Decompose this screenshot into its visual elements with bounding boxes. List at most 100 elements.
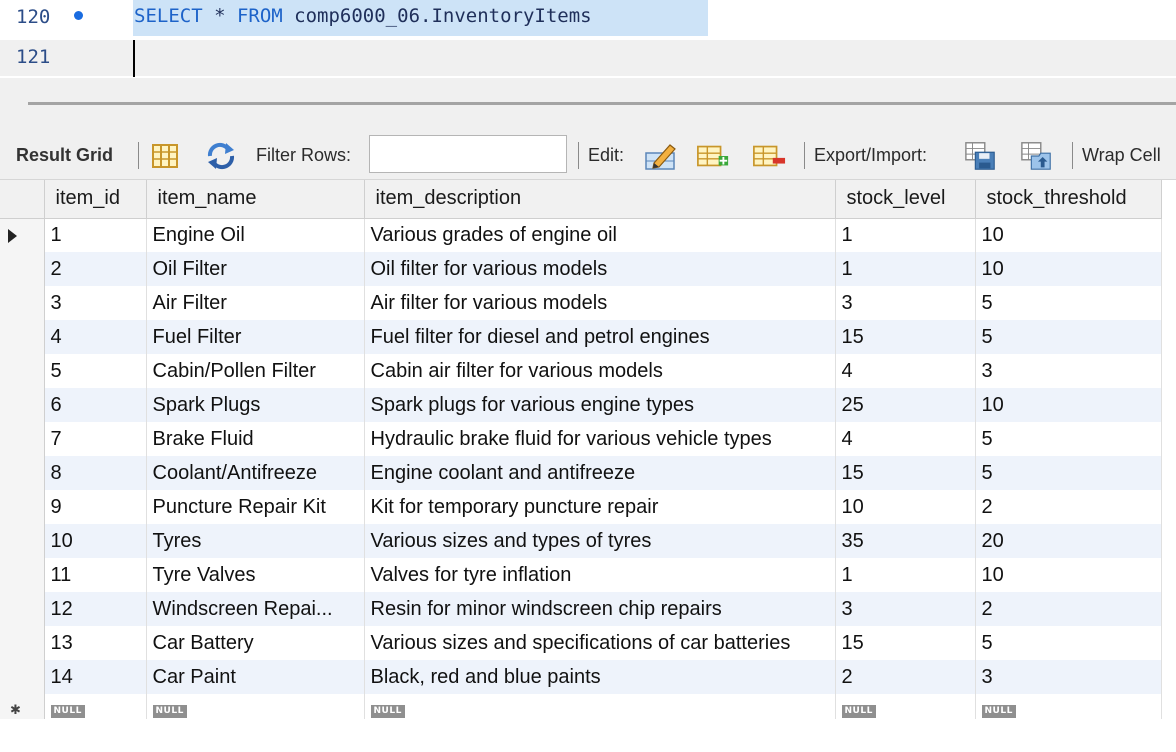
column-header-item-id[interactable]: item_id [44,180,147,219]
cell-item-id[interactable]: 12 [44,592,147,626]
cell-stock-threshold[interactable]: 10 [975,388,1162,422]
sql-statement[interactable]: SELECT * FROM comp6000_06.InventoryItems [134,5,592,27]
cell-item-id[interactable]: 6 [44,388,147,422]
cell-item-name[interactable]: Windscreen Repai... [146,592,365,626]
cell-stock-level[interactable]: 1 [835,252,976,286]
row-header[interactable] [0,252,45,286]
cell-item-id[interactable]: 7 [44,422,147,456]
row-header[interactable] [0,422,45,456]
cell-stock-level[interactable]: 3 [835,592,976,626]
cell-stock-level[interactable]: NULL [835,694,976,719]
table-row[interactable]: 10 Tyres Various sizes and types of tyre… [0,524,1162,558]
cell-item-id[interactable]: 3 [44,286,147,320]
cell-item-id[interactable]: 11 [44,558,147,592]
cell-item-name[interactable]: Puncture Repair Kit [146,490,365,524]
cell-item-name[interactable]: Brake Fluid [146,422,365,456]
table-row[interactable]: 14 Car Paint Black, red and blue paints … [0,660,1162,694]
table-row[interactable]: 13 Car Battery Various sizes and specifi… [0,626,1162,660]
cell-item-description[interactable]: Black, red and blue paints [364,660,836,694]
cell-item-name[interactable]: Air Filter [146,286,365,320]
cell-item-name[interactable]: Car Paint [146,660,365,694]
table-row[interactable]: 6 Spark Plugs Spark plugs for various en… [0,388,1162,422]
cell-stock-level[interactable]: 3 [835,286,976,320]
cell-item-id[interactable]: 2 [44,252,147,286]
table-row[interactable]: 5 Cabin/Pollen Filter Cabin air filter f… [0,354,1162,388]
cell-item-name[interactable]: Coolant/Antifreeze [146,456,365,490]
cell-stock-threshold[interactable]: 10 [975,558,1162,592]
cell-stock-threshold[interactable]: 5 [975,626,1162,660]
cell-stock-threshold[interactable]: 5 [975,320,1162,354]
cell-item-description[interactable]: Spark plugs for various engine types [364,388,836,422]
cell-item-id[interactable]: 10 [44,524,147,558]
column-header-item-name[interactable]: item_name [146,180,365,219]
result-grid-tab[interactable]: Result Grid [16,130,113,179]
cell-item-id[interactable]: NULL [44,694,147,719]
cell-stock-threshold[interactable]: 2 [975,592,1162,626]
row-header[interactable] [0,524,45,558]
row-header[interactable] [0,490,45,524]
cell-item-name[interactable]: Engine Oil [146,218,365,252]
table-row[interactable]: 12 Windscreen Repai... Resin for minor w… [0,592,1162,626]
editor-line[interactable]: 121 [0,40,1176,76]
table-row[interactable]: 4 Fuel Filter Fuel filter for diesel and… [0,320,1162,354]
cell-stock-level[interactable]: 25 [835,388,976,422]
pencil-icon[interactable] [644,140,678,172]
grid-columns-icon[interactable] [148,140,182,172]
cell-item-id[interactable]: 8 [44,456,147,490]
cell-item-name[interactable]: Fuel Filter [146,320,365,354]
cell-stock-level[interactable]: 1 [835,558,976,592]
cell-stock-level[interactable]: 4 [835,422,976,456]
cell-stock-threshold[interactable]: 20 [975,524,1162,558]
cell-item-description[interactable]: Engine coolant and antifreeze [364,456,836,490]
cell-stock-level[interactable]: 15 [835,456,976,490]
cell-item-description[interactable]: Fuel filter for diesel and petrol engine… [364,320,836,354]
cell-item-description[interactable]: Various grades of engine oil [364,218,836,252]
table-row[interactable]: 1 Engine Oil Various grades of engine oi… [0,218,1162,252]
cell-item-description[interactable]: Air filter for various models [364,286,836,320]
cell-item-description[interactable]: Various sizes and types of tyres [364,524,836,558]
wrap-cell-toggle[interactable]: Wrap Cell [1082,130,1161,179]
cell-item-name[interactable]: NULL [146,694,365,719]
cell-stock-level[interactable]: 4 [835,354,976,388]
cell-item-name[interactable]: Oil Filter [146,252,365,286]
row-header[interactable] [0,660,45,694]
table-row[interactable]: 11 Tyre Valves Valves for tyre inflation… [0,558,1162,592]
sql-editor[interactable]: 120 SELECT * FROM comp6000_06.InventoryI… [0,0,1176,86]
cell-stock-threshold[interactable]: 5 [975,456,1162,490]
cell-item-id[interactable]: 13 [44,626,147,660]
import-icon[interactable] [1020,140,1054,172]
row-header[interactable] [0,354,45,388]
cell-item-id[interactable]: 14 [44,660,147,694]
add-row-icon[interactable] [696,140,730,172]
cell-stock-threshold[interactable]: 3 [975,660,1162,694]
cell-stock-threshold[interactable]: 10 [975,252,1162,286]
row-header[interactable] [0,388,45,422]
row-header[interactable] [0,456,45,490]
cell-item-name[interactable]: Cabin/Pollen Filter [146,354,365,388]
row-header[interactable] [0,592,45,626]
row-header[interactable] [0,558,45,592]
filter-rows-input[interactable] [369,135,567,173]
cell-item-id[interactable]: 4 [44,320,147,354]
table-row[interactable]: 9 Puncture Repair Kit Kit for temporary … [0,490,1162,524]
cell-item-name[interactable]: Spark Plugs [146,388,365,422]
save-disk-icon[interactable] [964,140,998,172]
editor-line[interactable]: 120 SELECT * FROM comp6000_06.InventoryI… [0,0,1176,36]
cell-item-id[interactable]: 9 [44,490,147,524]
cell-stock-threshold[interactable]: 5 [975,286,1162,320]
cell-stock-level[interactable]: 15 [835,626,976,660]
cell-stock-level[interactable]: 35 [835,524,976,558]
row-header[interactable] [0,218,45,252]
cell-item-description[interactable]: Hydraulic brake fluid for various vehicl… [364,422,836,456]
table-row[interactable]: 2 Oil Filter Oil filter for various mode… [0,252,1162,286]
cell-stock-level[interactable]: 1 [835,218,976,252]
panel-splitter[interactable] [28,102,1176,105]
column-header-stock-threshold[interactable]: stock_threshold [975,180,1162,219]
table-row[interactable]: 8 Coolant/Antifreeze Engine coolant and … [0,456,1162,490]
new-row[interactable]: ✱ NULL NULL NULL NULL NULL [0,694,1162,719]
row-header[interactable]: ✱ [0,694,45,719]
cell-item-name[interactable]: Tyres [146,524,365,558]
table-row[interactable]: 7 Brake Fluid Hydraulic brake fluid for … [0,422,1162,456]
cell-item-description[interactable]: Various sizes and specifications of car … [364,626,836,660]
cell-item-id[interactable]: 1 [44,218,147,252]
